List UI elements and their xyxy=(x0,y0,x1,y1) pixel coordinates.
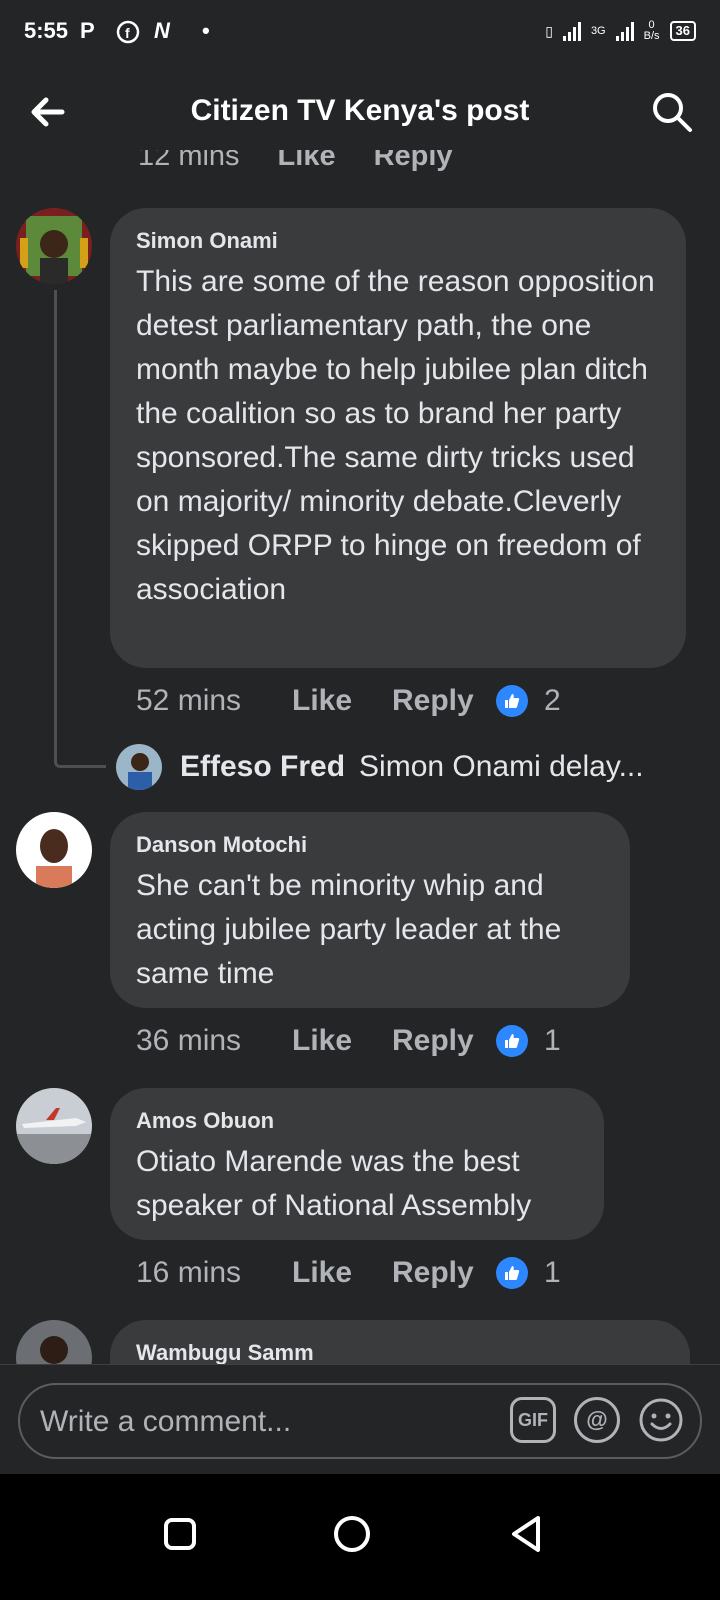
comment-meta: 16 mins Like Reply 1 xyxy=(136,1256,561,1290)
smiley-icon[interactable] xyxy=(638,1397,684,1443)
facebook-icon: f xyxy=(116,20,140,44)
like-button[interactable]: Like xyxy=(292,1256,392,1290)
status-time: 5:55 xyxy=(24,18,69,43)
p-icon: P xyxy=(80,18,95,43)
reaction-count: 2 xyxy=(544,684,561,717)
comment-author[interactable]: Danson Motochi xyxy=(136,832,604,858)
network-type: 3G xyxy=(590,25,606,37)
thumbs-up-icon xyxy=(496,685,528,717)
comment-placeholder: Write a comment... xyxy=(40,1405,292,1438)
comment-time: 52 mins xyxy=(136,684,242,717)
comment-bubble[interactable]: Danson Motochi She can't be minority whi… xyxy=(110,812,630,1008)
comment-text: Otiato Marende was the best speaker of N… xyxy=(136,1145,532,1222)
avatar[interactable] xyxy=(16,812,92,888)
signal-icon xyxy=(562,21,581,41)
app-header: Citizen TV Kenya's post xyxy=(0,70,720,154)
comment-meta: 36 mins Like Reply 1 xyxy=(136,1024,561,1058)
signal-icon-2 xyxy=(615,21,634,41)
reply-snippet: Simon Onami delay... xyxy=(359,750,644,783)
network-speed: 0 B/s xyxy=(643,19,660,42)
mention-icon[interactable]: @ xyxy=(574,1397,620,1443)
comment-author[interactable]: Simon Onami xyxy=(136,228,660,254)
comment-bubble[interactable]: Amos Obuon Otiato Marende was the best s… xyxy=(110,1088,604,1240)
comment-author[interactable]: Wambugu Samm xyxy=(136,1340,664,1366)
comment-bubble[interactable]: Simon Onami This are some of the reason … xyxy=(110,208,686,668)
avatar[interactable] xyxy=(16,1088,92,1164)
system-navbar xyxy=(0,1474,720,1600)
reply-preview[interactable]: Effeso Fred Simon Onami delay... xyxy=(116,744,644,790)
avatar[interactable] xyxy=(16,208,92,284)
comment-author[interactable]: Amos Obuon xyxy=(136,1108,578,1134)
dot-icon: • xyxy=(202,18,210,43)
recent-apps-icon[interactable] xyxy=(150,1504,210,1564)
vibrate-icon: ▯ xyxy=(545,22,553,39)
avatar xyxy=(116,744,162,790)
back-icon[interactable] xyxy=(496,1504,556,1564)
home-icon[interactable] xyxy=(322,1504,382,1564)
comment-text: She can't be minority whip and acting ju… xyxy=(136,869,562,990)
n-icon: N xyxy=(154,18,170,43)
comment-meta: 52 mins Like Reply 2 xyxy=(136,684,561,718)
battery-icon: 36 xyxy=(669,21,696,41)
reaction-count: 1 xyxy=(544,1256,561,1289)
comment-input[interactable]: Write a comment... GIF @ xyxy=(18,1383,702,1459)
thumbs-up-icon xyxy=(496,1257,528,1289)
reply-author: Effeso Fred xyxy=(180,750,346,783)
page-title: Citizen TV Kenya's post xyxy=(190,94,530,127)
thread-line xyxy=(54,290,106,768)
reaction-count: 1 xyxy=(544,1024,561,1057)
gif-icon[interactable]: GIF xyxy=(510,1397,556,1443)
like-button[interactable]: Like xyxy=(292,1024,392,1058)
search-icon[interactable] xyxy=(650,90,694,134)
svg-text:f: f xyxy=(125,25,130,41)
status-bar: 5:55 P f N • ▯ 3G 0 B/s 36 xyxy=(0,0,720,64)
thumbs-up-icon xyxy=(496,1025,528,1057)
comment-time: 36 mins xyxy=(136,1024,242,1057)
like-button[interactable]: Like xyxy=(292,684,392,718)
comment-composer: Write a comment... GIF @ xyxy=(0,1364,720,1475)
comment-time: 16 mins xyxy=(136,1256,242,1289)
reply-button[interactable]: Reply xyxy=(392,1024,496,1058)
reply-button[interactable]: Reply xyxy=(392,684,496,718)
comment-text: This are some of the reason opposition d… xyxy=(136,265,655,606)
reply-button[interactable]: Reply xyxy=(392,1256,496,1290)
